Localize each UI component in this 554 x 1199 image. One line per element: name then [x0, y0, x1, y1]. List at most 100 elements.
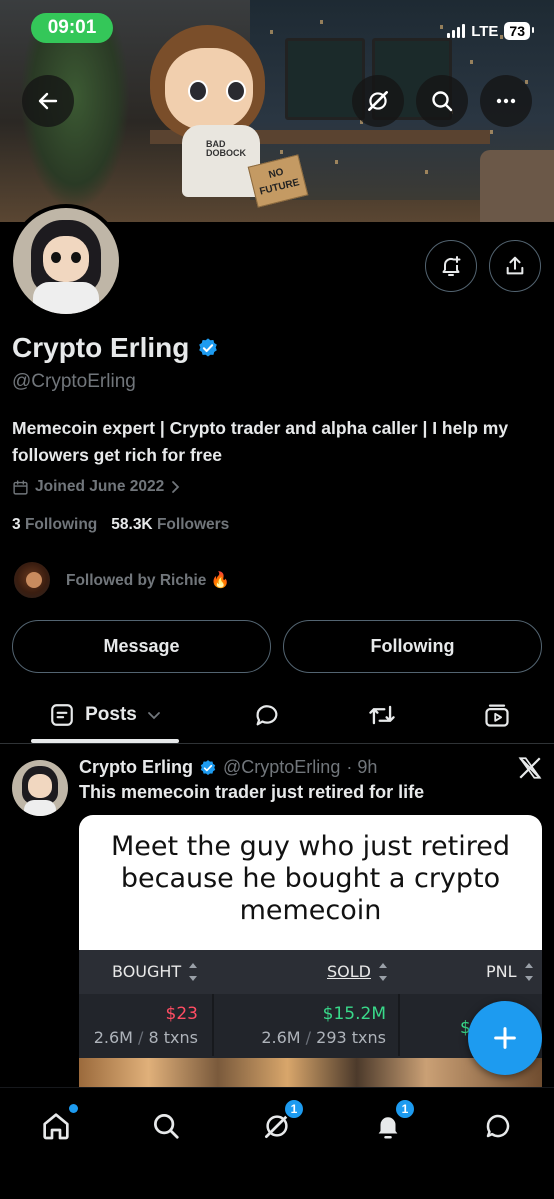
banner-city-light: [270, 30, 273, 34]
home-new-indicator: [69, 1104, 78, 1113]
follower-avatar: [12, 560, 52, 600]
chevron-right-icon: [172, 481, 180, 493]
sold-cell: $15.2M 2.6M / 293 txns: [214, 994, 398, 1056]
profile-bio: Memecoin expert | Crypto trader and alph…: [12, 418, 509, 465]
banner-character-eye: [226, 80, 246, 102]
sold-amount: 2.6M: [261, 1028, 301, 1047]
banner-city-light: [280, 150, 283, 154]
followers-count: 58.3K: [111, 516, 153, 533]
banner-city-light: [440, 25, 443, 29]
joined-date[interactable]: Joined June 2022: [12, 478, 182, 496]
verified-badge-icon: [200, 759, 216, 775]
tab-posts-label: Posts: [85, 704, 137, 725]
sort-icon: [524, 962, 533, 981]
profile-name-text: Crypto Erling: [12, 332, 190, 363]
posts-icon: [51, 704, 73, 726]
nav-grok[interactable]: 1: [257, 1098, 305, 1146]
verified-badge-icon: [199, 338, 218, 357]
sold-txns: 293 txns: [316, 1028, 386, 1047]
post-time: · 9h: [346, 757, 378, 777]
col-pnl: PNL: [486, 962, 533, 981]
profile-display-name: Crypto Erling: [12, 332, 219, 364]
search-button[interactable]: [416, 75, 468, 127]
reply-bubble-icon: [256, 705, 278, 726]
compose-post-button[interactable]: [468, 1001, 542, 1075]
banner-shirt-text: BAD DOBOCK: [206, 139, 246, 158]
banner-city-light: [320, 20, 323, 24]
sort-icon: [189, 962, 198, 981]
bought-cell: $23 2.6M / 8 txns: [79, 994, 212, 1056]
bottom-navigation: 1 1: [0, 1087, 554, 1199]
col-sold: SOLD: [327, 962, 387, 981]
battery-icon: 73: [504, 22, 534, 40]
status-time: 09:01: [31, 13, 113, 43]
banner-city-light: [470, 60, 473, 64]
back-button[interactable]: [22, 75, 74, 127]
more-horizontal-icon: [496, 98, 516, 104]
media-photo-strip: [79, 1058, 542, 1087]
banner-character-shirt: [182, 125, 260, 197]
message-button[interactable]: Message: [12, 620, 271, 673]
banner-city-light: [335, 160, 338, 164]
col-sold-label: SOLD: [327, 962, 371, 981]
following-button[interactable]: Following: [283, 620, 542, 673]
share-icon: [506, 256, 524, 275]
notify-subscribe-button[interactable]: [425, 240, 477, 292]
media-title: Meet the guy who just retired because he…: [110, 831, 510, 926]
tab-reposts[interactable]: [357, 690, 407, 740]
profile-avatar[interactable]: [9, 204, 123, 318]
followers-count-label: Followers: [156, 516, 230, 533]
col-bought-label: BOUGHT: [112, 962, 182, 981]
following-count: 3: [12, 516, 21, 533]
nav-search[interactable]: [146, 1106, 186, 1146]
bought-txns: 8 txns: [148, 1028, 198, 1047]
more-options-button[interactable]: [480, 75, 532, 127]
following-count-link[interactable]: 3 Following: [12, 516, 97, 534]
plus-icon: [494, 1027, 516, 1049]
status-indicators: LTE 73: [447, 22, 534, 40]
calendar-icon: [13, 479, 28, 495]
grok-icon: [368, 91, 388, 111]
post-author-name[interactable]: Crypto Erling: [79, 757, 193, 778]
followers-count-link[interactable]: 58.3K Followers: [111, 516, 229, 534]
profile-handle: @CryptoErling: [12, 371, 136, 392]
sold-value: $15.2M: [322, 1004, 386, 1024]
media-video-icon: [485, 704, 509, 727]
following-count-label: Following: [24, 516, 98, 533]
nav-home[interactable]: [36, 1104, 78, 1146]
chevron-down-icon: [147, 712, 160, 720]
post-author-handle[interactable]: @CryptoErling: [223, 757, 340, 778]
followed-by-text: Followed by Richie 🔥: [66, 571, 230, 589]
post-text: This memecoin trader just retired for li…: [79, 782, 425, 802]
post-author-avatar[interactable]: [12, 760, 68, 816]
nav-messages[interactable]: [478, 1106, 518, 1146]
network-type: LTE: [471, 22, 499, 40]
col-pnl-label: PNL: [486, 962, 517, 981]
chat-bubble-icon: [486, 1114, 510, 1138]
nav-notifications[interactable]: 1: [368, 1098, 416, 1146]
col-bought: BOUGHT: [112, 962, 198, 981]
trade-table-header: BOUGHT SOLD PNL: [79, 950, 542, 994]
notifications-badge: 1: [394, 1098, 416, 1120]
followed-by[interactable]: Followed by Richie 🔥: [12, 560, 230, 600]
tab-media[interactable]: [472, 690, 522, 740]
avatar-image: [13, 208, 119, 314]
banner-city-light: [490, 130, 493, 134]
home-icon: [43, 1113, 69, 1140]
tab-replies[interactable]: [242, 690, 292, 740]
bought-value: $23: [165, 1004, 198, 1024]
grok-button[interactable]: [352, 75, 404, 127]
follow-counts: 3 Following 58.3K Followers: [12, 516, 229, 534]
repost-icon: [369, 705, 395, 725]
profile-tabs: Posts: [0, 690, 554, 743]
arrow-left-icon: [38, 92, 58, 110]
post-header: Crypto Erling @CryptoErling · 9h: [79, 757, 377, 778]
banner-character-eye: [188, 80, 208, 102]
tab-posts[interactable]: Posts: [31, 690, 179, 740]
grok-badge: 1: [283, 1098, 305, 1120]
search-icon: [432, 91, 453, 112]
x-logo-icon: [518, 757, 542, 779]
banner-couch: [480, 150, 554, 222]
share-button[interactable]: [489, 240, 541, 292]
banner-city-light: [425, 170, 428, 174]
